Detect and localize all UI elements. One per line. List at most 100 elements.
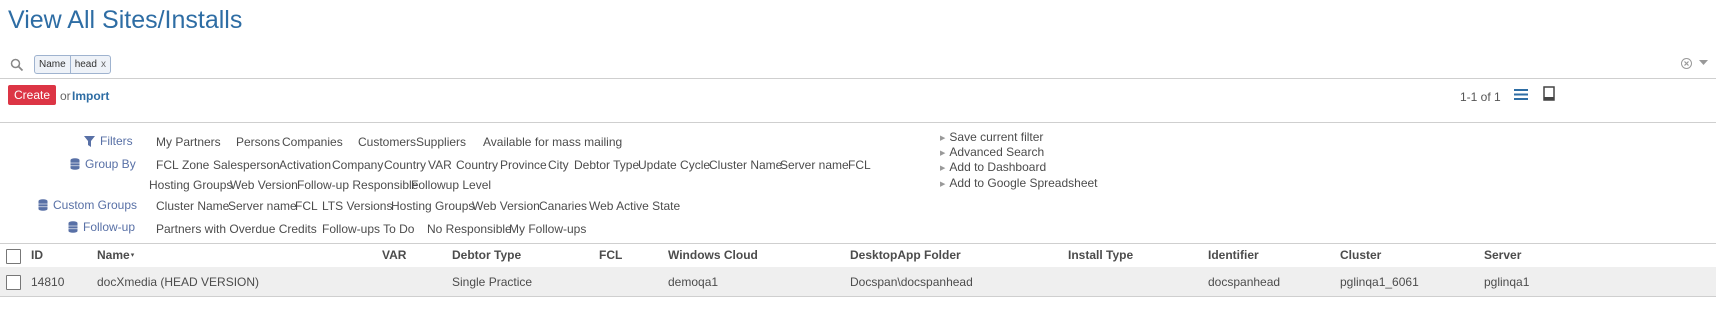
cell-identifier: docspanhead bbox=[1208, 275, 1281, 289]
custom-web-active-state[interactable]: Web Active State bbox=[589, 199, 680, 213]
groupby-zone[interactable]: Zone bbox=[182, 158, 209, 172]
custom-hosting-groups[interactable]: Hosting Groups bbox=[391, 199, 474, 213]
search-options-panel: Filters My Partners Persons Companies Cu… bbox=[0, 122, 1716, 244]
advanced-search-label: Advanced Search bbox=[949, 145, 1045, 159]
followup-group-label: Follow-up bbox=[68, 220, 135, 234]
add-to-dashboard[interactable]: ▶ Add to Dashboard bbox=[940, 160, 1046, 174]
search-bar[interactable]: Name head x bbox=[0, 52, 1716, 79]
column-header-windows-cloud[interactable]: Windows Cloud bbox=[668, 248, 758, 262]
dropdown-icon[interactable] bbox=[1699, 60, 1708, 66]
filter-persons[interactable]: Persons bbox=[236, 135, 280, 149]
cell-debtor-type: Single Practice bbox=[452, 275, 533, 289]
column-header-name-label: Name bbox=[97, 248, 130, 262]
groupby-group-label: Group By bbox=[70, 157, 136, 171]
groupby-activation[interactable]: Activation bbox=[279, 158, 331, 172]
groupby-company[interactable]: Company bbox=[332, 158, 383, 172]
add-to-dashboard-label: Add to Dashboard bbox=[949, 160, 1047, 174]
column-header-fcl[interactable]: FCL bbox=[599, 248, 622, 262]
groupby-country-2[interactable]: Country bbox=[456, 158, 498, 172]
custom-cluster-name[interactable]: Cluster Name bbox=[156, 199, 229, 213]
advanced-search[interactable]: ▶ Advanced Search bbox=[940, 145, 1044, 159]
groupby-country[interactable]: Country bbox=[384, 158, 426, 172]
filter-mass-mailing[interactable]: Available for mass mailing bbox=[483, 135, 622, 149]
groupby-fcl[interactable]: FCL bbox=[156, 158, 179, 172]
or-text: or bbox=[60, 89, 71, 103]
database-icon bbox=[70, 158, 80, 170]
save-current-filter[interactable]: ▶ Save current filter bbox=[940, 130, 1043, 144]
add-to-google-spreadsheet-label: Add to Google Spreadsheet bbox=[949, 176, 1098, 190]
clear-icon[interactable] bbox=[1681, 58, 1692, 69]
page-title: View All Sites/Installs bbox=[8, 6, 243, 34]
list-view-icon[interactable] bbox=[1514, 88, 1528, 101]
column-header-cluster[interactable]: Cluster bbox=[1340, 248, 1381, 262]
column-header-install-type[interactable]: Install Type bbox=[1068, 248, 1133, 262]
followup-my-followups[interactable]: My Follow-ups bbox=[509, 222, 586, 236]
database-icon bbox=[68, 221, 78, 233]
groupby-cluster-name[interactable]: Cluster Name bbox=[709, 158, 782, 172]
column-header-debtor-type[interactable]: Debtor Type bbox=[452, 248, 521, 262]
groupby-province[interactable]: Province bbox=[500, 158, 547, 172]
groupby-label: Group By bbox=[85, 157, 136, 171]
custom-web-version[interactable]: Web Version bbox=[472, 199, 540, 213]
column-header-name[interactable]: Name▾ bbox=[97, 248, 134, 262]
filter-customers[interactable]: Customers bbox=[358, 135, 416, 149]
facet-category: Name bbox=[35, 56, 71, 73]
save-current-filter-label: Save current filter bbox=[949, 130, 1044, 144]
sort-indicator-icon: ▾ bbox=[130, 252, 135, 259]
cell-windows-cloud: demoqa1 bbox=[668, 275, 719, 289]
followup-todo[interactable]: Follow-ups To Do bbox=[322, 222, 414, 236]
cell-server: pglinqa1 bbox=[1484, 275, 1530, 289]
groupby-update-cycle[interactable]: Update Cycle bbox=[638, 158, 710, 172]
triangle-icon: ▶ bbox=[940, 181, 946, 188]
column-header-var[interactable]: VAR bbox=[382, 248, 406, 262]
row-checkbox[interactable] bbox=[6, 275, 21, 290]
groupby-debtor-type[interactable]: Debtor Type bbox=[574, 158, 639, 172]
groupby-salesperson[interactable]: Salesperson bbox=[213, 158, 280, 172]
custom-groups-group-label: Custom Groups bbox=[38, 198, 137, 212]
table-row[interactable]: 14810 docXmedia (HEAD VERSION) Single Pr… bbox=[0, 267, 1716, 297]
groupby-web-version[interactable]: Web Version bbox=[230, 178, 298, 192]
add-to-google-spreadsheet[interactable]: ▶ Add to Google Spreadsheet bbox=[940, 176, 1098, 190]
custom-server-name[interactable]: Server name bbox=[228, 199, 297, 213]
filter-suppliers[interactable]: Suppliers bbox=[416, 135, 466, 149]
custom-canaries[interactable]: Canaries bbox=[539, 199, 587, 213]
import-link[interactable]: Import bbox=[72, 89, 109, 103]
select-all-checkbox[interactable] bbox=[6, 249, 21, 264]
cell-cluster: pglinqa1_6061 bbox=[1340, 275, 1419, 289]
filters-label: Filters bbox=[100, 134, 133, 148]
facet-value: head bbox=[74, 59, 97, 70]
custom-fcl[interactable]: FCL bbox=[295, 199, 318, 213]
column-header-identifier[interactable]: Identifier bbox=[1208, 248, 1259, 262]
filter-companies[interactable]: Companies bbox=[282, 135, 343, 149]
filter-my-partners[interactable]: My Partners bbox=[156, 135, 221, 149]
followup-no-responsible[interactable]: No Responsible bbox=[427, 222, 512, 236]
triangle-icon: ▶ bbox=[940, 135, 946, 142]
database-icon bbox=[38, 199, 48, 211]
table-header: ID Name▾ VAR Debtor Type FCL Windows Clo… bbox=[0, 243, 1716, 268]
groupby-followup-responsible[interactable]: Follow-up Responsible bbox=[297, 178, 418, 192]
followup-overdue-credits[interactable]: Partners with Overdue Credits bbox=[156, 222, 317, 236]
custom-lts-versions[interactable]: LTS Versions bbox=[322, 199, 392, 213]
custom-groups-label: Custom Groups bbox=[53, 198, 138, 212]
filters-group-label: Filters bbox=[84, 134, 133, 148]
column-header-id[interactable]: ID bbox=[31, 248, 43, 262]
groupby-fcl-2[interactable]: FCL bbox=[848, 158, 871, 172]
groupby-city[interactable]: City bbox=[548, 158, 569, 172]
search-facet[interactable]: Name head x bbox=[34, 55, 111, 74]
groupby-followup-level[interactable]: Followup Level bbox=[411, 178, 491, 192]
followup-label: Follow-up bbox=[83, 220, 136, 234]
column-header-desktopapp-folder[interactable]: DesktopApp Folder bbox=[850, 248, 961, 262]
filter-icon bbox=[84, 135, 95, 147]
groupby-hosting-groups[interactable]: Hosting Groups bbox=[149, 178, 232, 192]
column-header-server[interactable]: Server bbox=[1484, 248, 1521, 262]
create-button[interactable]: Create bbox=[8, 85, 56, 105]
form-view-icon[interactable] bbox=[1543, 86, 1555, 101]
cell-id: 14810 bbox=[31, 275, 65, 289]
pager[interactable]: 1-1 of 1 bbox=[1460, 90, 1501, 104]
cell-name: docXmedia (HEAD VERSION) bbox=[97, 275, 260, 289]
groupby-server-name[interactable]: Server name bbox=[780, 158, 849, 172]
cell-desktopapp-folder: Docspan\docspanhead bbox=[850, 275, 973, 289]
groupby-var[interactable]: VAR bbox=[428, 158, 452, 172]
facet-remove-button[interactable]: x bbox=[101, 59, 110, 70]
search-icon[interactable] bbox=[10, 58, 24, 72]
